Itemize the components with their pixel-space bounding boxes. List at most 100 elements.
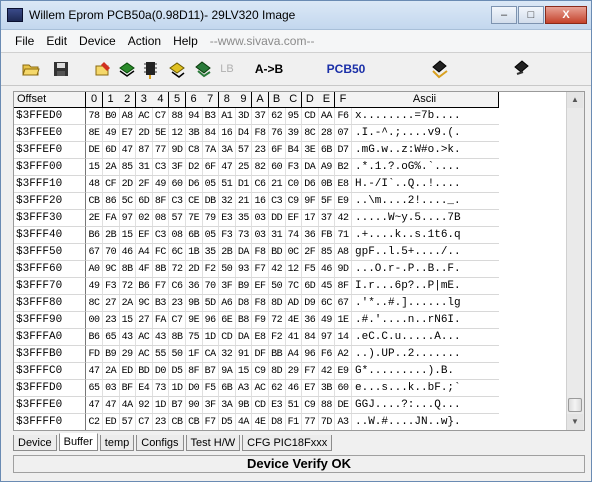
verify-chip-icon[interactable] xyxy=(167,59,187,79)
hex-byte-cell[interactable]: EF xyxy=(135,227,153,244)
hex-byte-cell[interactable]: DF xyxy=(252,346,269,363)
hex-byte-cell[interactable]: 05 xyxy=(202,176,220,193)
hex-byte-cell[interactable]: C9 xyxy=(252,363,269,380)
hex-byte-cell[interactable]: 62 xyxy=(268,108,286,125)
hex-byte-cell[interactable]: 1E xyxy=(335,312,352,329)
hex-byte-cell[interactable]: DD xyxy=(268,210,286,227)
hex-byte-cell[interactable]: 8F xyxy=(335,278,352,295)
chip-config-icon[interactable] xyxy=(429,59,451,79)
hex-byte-cell[interactable]: 15 xyxy=(119,312,137,329)
hex-byte-cell[interactable]: 8B xyxy=(152,261,170,278)
hex-byte-cell[interactable]: DB xyxy=(202,193,220,210)
hex-byte-cell[interactable]: 65 xyxy=(102,329,120,346)
hex-byte-cell[interactable]: 47 xyxy=(86,397,103,414)
hex-byte-cell[interactable]: 9F xyxy=(301,193,319,210)
hex-byte-cell[interactable]: D7 xyxy=(335,142,352,159)
hex-byte-cell[interactable]: 35 xyxy=(235,210,253,227)
hex-byte-cell[interactable]: 57 xyxy=(119,414,137,430)
hex-byte-cell[interactable]: 32 xyxy=(218,346,236,363)
hex-byte-cell[interactable]: C2 xyxy=(86,414,103,430)
tab-configs[interactable]: Configs xyxy=(136,435,184,451)
hex-byte-cell[interactable]: 32 xyxy=(218,193,236,210)
hex-byte-cell[interactable]: E9 xyxy=(335,193,352,210)
hex-byte-cell[interactable]: 3D xyxy=(235,108,253,125)
hex-byte-cell[interactable]: F1 xyxy=(285,414,303,430)
hex-byte-cell[interactable]: 02 xyxy=(135,210,153,227)
hex-byte-cell[interactable]: 3A xyxy=(218,397,236,414)
table-row[interactable]: $3FFF00 15 2A 85 31 C3 3F D2 6F 47 25 82 60 F3 DA A9 B2.… xyxy=(14,159,570,176)
hex-byte-cell[interactable]: 4E xyxy=(252,414,269,430)
hex-byte-cell[interactable]: AC xyxy=(135,346,153,363)
hex-byte-cell[interactable]: 73 xyxy=(235,227,253,244)
scroll-up-icon[interactable]: ▲ xyxy=(567,92,583,108)
hex-byte-cell[interactable]: 4E xyxy=(285,312,303,329)
hex-byte-cell[interactable]: 60 xyxy=(268,159,286,176)
hex-byte-cell[interactable]: 27 xyxy=(135,312,153,329)
hex-byte-cell[interactable]: 6B xyxy=(185,227,203,244)
hex-byte-cell[interactable]: 5C xyxy=(119,193,137,210)
hex-byte-cell[interactable]: D8 xyxy=(269,414,286,430)
hex-byte-cell[interactable]: 47 xyxy=(119,142,137,159)
hex-byte-cell[interactable]: 0B xyxy=(318,176,336,193)
hex-byte-cell[interactable]: F6 xyxy=(335,108,352,125)
hex-byte-cell[interactable]: 9B xyxy=(235,397,253,414)
hex-byte-cell[interactable]: 49 xyxy=(152,176,170,193)
hex-byte-cell[interactable]: 60 xyxy=(169,176,186,193)
hex-byte-cell[interactable]: 31 xyxy=(268,227,286,244)
table-row[interactable]: $3FFFE0 47 47 4A 92 1D B7 90 3F 3A 9B CD E3 51 C9 88 DE G… xyxy=(14,397,570,414)
hex-byte-cell[interactable]: 8E xyxy=(86,125,103,142)
hex-byte-cell[interactable]: 96 xyxy=(202,312,220,329)
hex-byte-cell[interactable]: 84 xyxy=(301,329,319,346)
hex-byte-cell[interactable]: 8F xyxy=(185,363,203,380)
hex-byte-cell[interactable]: 6D xyxy=(102,142,120,159)
hex-byte-cell[interactable]: 92 xyxy=(135,397,153,414)
hex-byte-cell[interactable]: 47 xyxy=(218,159,236,176)
hex-byte-cell[interactable]: 2D xyxy=(185,261,203,278)
hex-byte-cell[interactable]: 16 xyxy=(218,125,236,142)
hex-byte-cell[interactable]: D6 xyxy=(185,176,203,193)
hex-byte-cell[interactable]: 3A xyxy=(218,142,236,159)
hex-byte-cell[interactable]: 88 xyxy=(169,108,186,125)
hex-byte-cell[interactable]: 03 xyxy=(252,227,269,244)
menu-file[interactable]: File xyxy=(1,34,40,48)
hex-byte-cell[interactable]: C8 xyxy=(185,142,203,159)
hex-byte-cell[interactable]: 72 xyxy=(268,312,286,329)
hex-byte-cell[interactable]: A8 xyxy=(119,108,137,125)
hex-byte-cell[interactable]: 8D xyxy=(268,363,286,380)
hex-byte-cell[interactable]: F3 xyxy=(102,278,120,295)
hex-byte-cell[interactable]: 2D xyxy=(135,125,153,142)
table-row[interactable]: $3FFF90 00 23 15 27 FA C7 9E 96 6E B8 F9 72 4E 36 49 1E.… xyxy=(14,312,570,329)
hex-byte-cell[interactable]: 12 xyxy=(285,261,303,278)
hex-byte-cell[interactable]: 5F xyxy=(318,193,336,210)
hex-byte-cell[interactable]: 76 xyxy=(268,125,286,142)
hex-byte-cell[interactable]: D4 xyxy=(235,125,253,142)
hex-byte-cell[interactable]: C6 xyxy=(169,278,186,295)
hex-byte-cell[interactable]: AC xyxy=(135,108,153,125)
hex-byte-cell[interactable]: 78 xyxy=(86,108,103,125)
hex-byte-cell[interactable]: FC xyxy=(152,244,170,261)
hex-byte-cell[interactable]: 67 xyxy=(86,244,103,261)
hex-byte-cell[interactable]: ED xyxy=(103,414,120,430)
hex-byte-cell[interactable]: C3 xyxy=(152,227,170,244)
hex-byte-cell[interactable]: 7C xyxy=(285,278,303,295)
hex-byte-cell[interactable]: B7 xyxy=(202,363,220,380)
table-row[interactable]: $3FFEF0 DE 6D 47 87 77 9D C8 7A 3A 57 23 6F B4 3E 6B D7.… xyxy=(14,142,570,159)
hex-byte-cell[interactable]: 4F xyxy=(135,261,153,278)
hex-byte-cell[interactable]: CA xyxy=(202,346,220,363)
menu-device[interactable]: Device xyxy=(73,34,122,48)
hex-byte-cell[interactable]: B3 xyxy=(202,108,220,125)
hex-byte-cell[interactable]: 37 xyxy=(318,210,336,227)
hex-byte-cell[interactable]: 41 xyxy=(285,329,303,346)
hex-byte-cell[interactable]: 71 xyxy=(335,227,352,244)
hex-byte-cell[interactable]: 4A xyxy=(235,414,253,430)
hex-byte-cell[interactable]: 93 xyxy=(235,261,253,278)
tab-device[interactable]: Device xyxy=(13,435,57,451)
hex-byte-cell[interactable]: E7 xyxy=(301,380,319,397)
hex-byte-cell[interactable]: 67 xyxy=(335,295,352,312)
hex-byte-cell[interactable]: 45 xyxy=(318,278,336,295)
hex-byte-cell[interactable]: 5D xyxy=(202,295,220,312)
hex-byte-cell[interactable]: B2 xyxy=(335,159,352,176)
hex-byte-cell[interactable]: CB xyxy=(186,414,203,430)
hex-byte-cell[interactable]: 51 xyxy=(218,176,236,193)
hex-byte-cell[interactable]: 49 xyxy=(318,312,336,329)
